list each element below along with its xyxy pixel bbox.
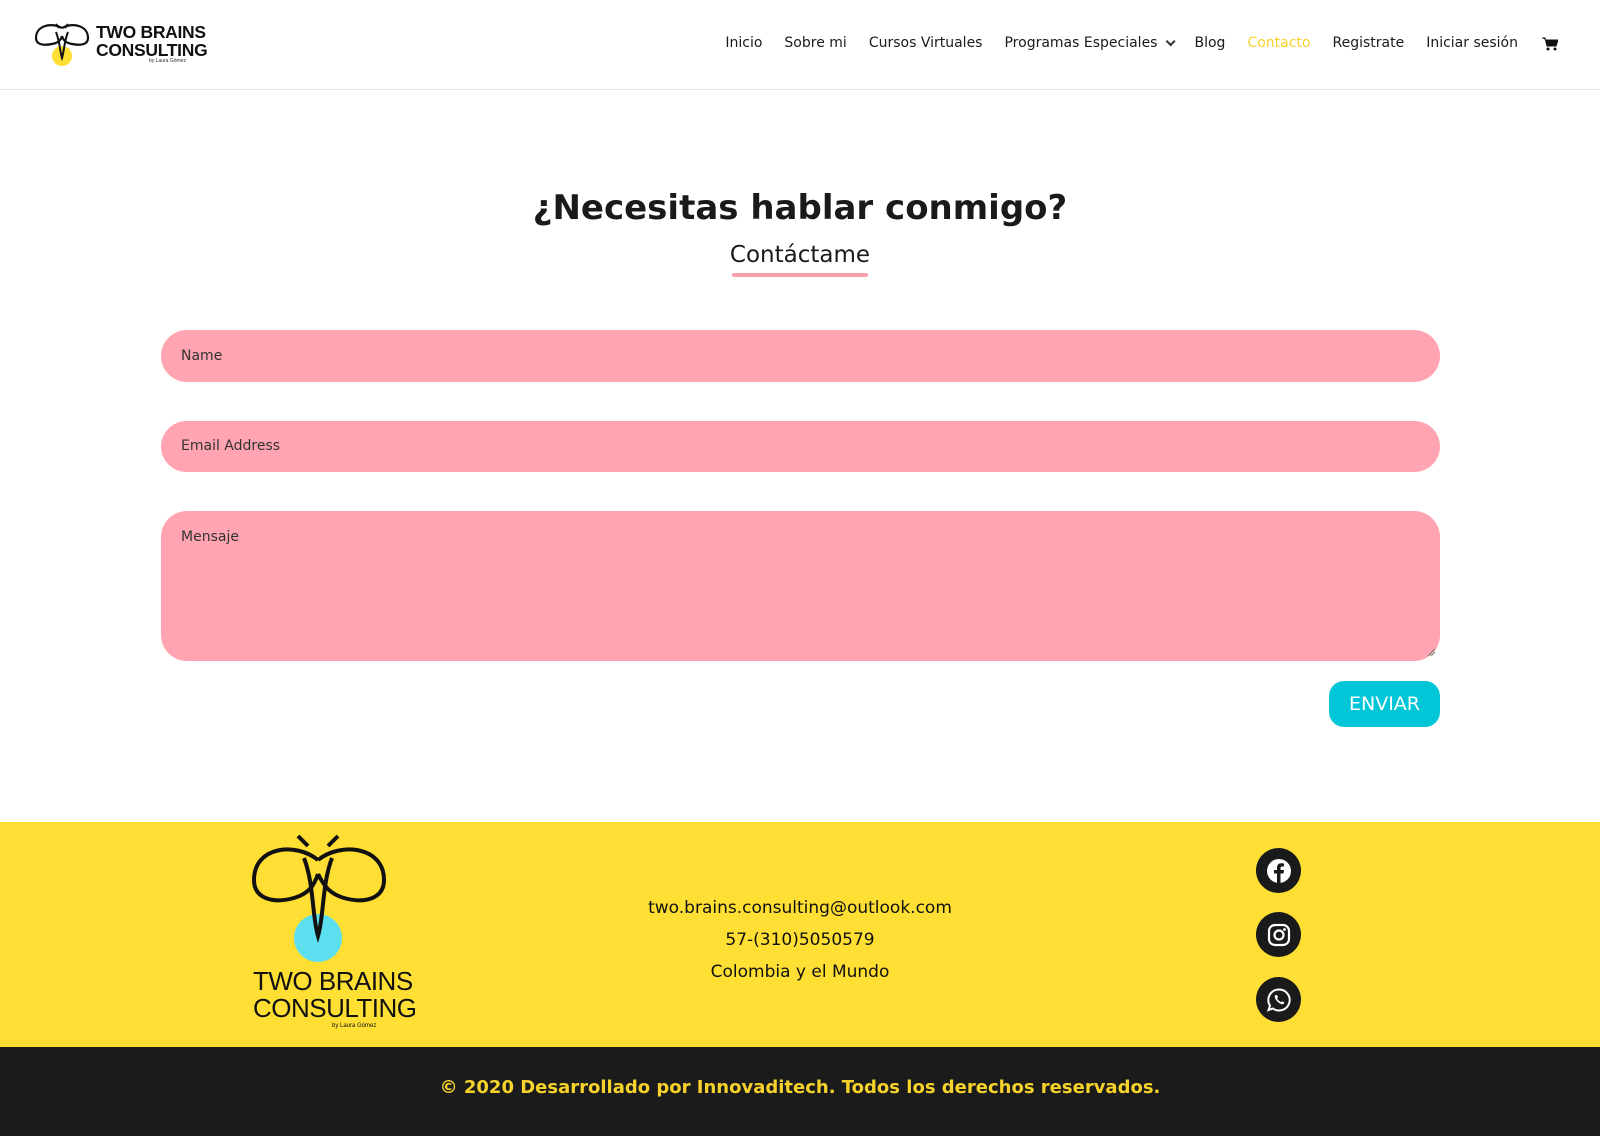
page-subtitle: Contáctame [729,242,871,268]
nav-item-cursos-virtuales[interactable]: Cursos Virtuales [869,35,983,51]
nav-item-inicio[interactable]: Inicio [725,35,762,51]
copyright-bar: © 2020 Desarrollado por Innovaditech. To… [0,1047,1600,1136]
logo-byline: by Laura Gómez [149,58,186,64]
whatsapp-icon[interactable] [1256,977,1301,1022]
nav-label: Sobre mi [784,35,847,51]
main-nav: Inicio Sobre mi Cursos Virtuales Program… [703,35,1559,51]
bee-logo-icon [34,23,90,66]
logo-line-2: CONSULTING [96,40,208,60]
name-field[interactable]: Name [161,330,1440,382]
chevron-down-icon [1166,35,1177,46]
nav-label: Inicio [725,35,763,51]
email-field[interactable]: Email Address [161,421,1440,472]
nav-label: Iniciar sesión [1426,35,1518,51]
site-logo[interactable]: TWO BRAINS CONSULTING by Laura Gómez [34,20,208,70]
nav-item-registrate[interactable]: Registrate [1332,35,1404,51]
nav-item-blog[interactable]: Blog [1194,35,1225,51]
email-placeholder: Email Address [181,438,281,454]
facebook-icon[interactable] [1256,848,1301,893]
instagram-icon[interactable] [1256,912,1301,957]
send-button[interactable]: ENVIAR [1329,681,1440,727]
shopping-cart-icon[interactable] [1542,36,1559,51]
site-header: TWO BRAINS CONSULTING by Laura Gómez Ini… [0,0,1600,90]
logo-wordmark: TWO BRAINS CONSULTING [96,22,208,60]
message-field[interactable]: Mensaje [161,511,1440,661]
nav-label: Contacto [1247,35,1311,51]
nav-item-contacto[interactable]: Contacto [1247,35,1310,51]
footer-logo-byline: by Laura Gómez [332,1023,377,1029]
subtitle-underline [732,273,868,277]
message-placeholder: Mensaje [181,529,239,545]
contact-location: Colombia y el Mundo [710,962,890,982]
resize-handle-icon[interactable] [1426,647,1436,657]
contact-phone: 57-(310)5050579 [725,930,875,950]
nav-label: Cursos Virtuales [868,35,983,51]
name-placeholder: Name [181,348,223,364]
logo-line-1: TWO BRAINS [96,22,206,42]
nav-label: Registrate [1332,35,1405,51]
nav-item-iniciar-sesion[interactable]: Iniciar sesión [1426,35,1518,51]
nav-item-sobre-mi[interactable]: Sobre mi [784,35,846,51]
nav-label: Blog [1194,35,1226,51]
contact-info: two.brains.consulting@outlook.com 57-(31… [0,892,1600,988]
nav-label: Programas Especiales [1004,35,1158,51]
page-title: ¿Necesitas hablar conmigo? [532,188,1068,228]
contact-email[interactable]: two.brains.consulting@outlook.com [0,892,1600,924]
nav-item-programas-especiales[interactable]: Programas Especiales [1004,35,1177,51]
site-footer: TWO BRAINS CONSULTING by Laura Gómez two… [0,822,1600,1047]
footer-logo-line-2: CONSULTING [253,993,417,1023]
copyright-text: © 2020 Desarrollado por Innovaditech. To… [439,1077,1161,1098]
